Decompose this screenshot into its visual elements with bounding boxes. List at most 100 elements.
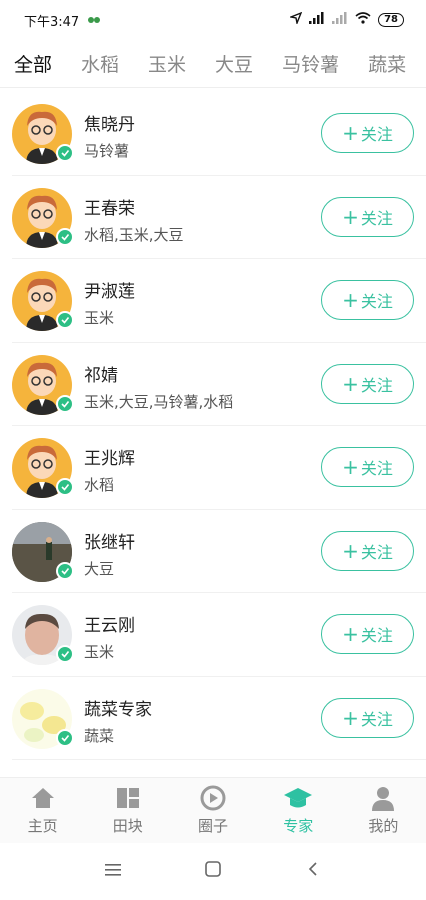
verified-badge-icon — [56, 144, 74, 162]
back-icon[interactable] — [293, 861, 333, 882]
nav-label: 主页 — [27, 817, 58, 835]
avatar — [12, 187, 74, 248]
expert-row[interactable]: 焦晓丹 马铃薯 + 关注 — [12, 92, 426, 176]
status-right: 78 — [288, 11, 404, 28]
expert-row[interactable]: 蔬菜专家 蔬菜 + 关注 — [12, 677, 426, 760]
follow-button[interactable]: + 关注 — [321, 113, 414, 153]
tab-all[interactable]: 全部 — [14, 50, 52, 77]
follow-label: 关注 — [360, 626, 393, 645]
follow-button[interactable]: + 关注 — [321, 363, 414, 404]
verified-badge-icon — [56, 728, 74, 747]
expert-crops: 水稻 — [84, 476, 115, 494]
expert-row[interactable]: 张继轩 大豆 + 关注 — [12, 510, 426, 593]
location-icon — [288, 11, 303, 28]
field-blocks-icon — [113, 785, 143, 811]
avatar — [12, 605, 74, 665]
plus-icon: + — [342, 622, 359, 646]
expert-crops: 大豆 — [84, 559, 115, 578]
expert-list: 焦晓丹 马铃薯 + 关注 王春荣 水稻,玉米,大豆 + 关注 尹淑莲 玉米 + 关注 — [0, 92, 426, 777]
nav-home[interactable]: 主页 — [0, 778, 85, 843]
expert-name: 张继轩 — [84, 532, 135, 553]
expert-row[interactable]: 王云刚 玉米 + 关注 — [12, 593, 426, 677]
verified-badge-icon — [56, 478, 74, 496]
avatar — [12, 438, 74, 498]
tab-rice[interactable]: 水稻 — [81, 50, 119, 77]
tab-soybean[interactable]: 大豆 — [215, 50, 253, 77]
expert-crops: 玉米 — [84, 643, 115, 661]
user-icon — [368, 785, 398, 811]
system-nav-bar — [0, 843, 426, 900]
category-tabs: 全部 水稻 玉米 大豆 马铃薯 蔬菜 — [0, 40, 426, 88]
follow-button[interactable]: + 关注 — [321, 697, 414, 738]
plus-icon: + — [342, 538, 359, 563]
expert-row[interactable]: 王兆辉 水稻 + 关注 — [12, 426, 426, 510]
plus-icon: + — [342, 121, 359, 145]
follow-button[interactable]: + 关注 — [321, 280, 414, 320]
expert-crops: 水稻,玉米,大豆 — [84, 225, 184, 244]
expert-crops: 蔬菜 — [84, 726, 115, 745]
signal-icon — [309, 12, 325, 28]
expert-row[interactable]: 王春荣 水稻,玉米,大豆 + 关注 — [12, 176, 426, 259]
expert-name: 王春荣 — [84, 198, 135, 219]
avatar — [12, 521, 74, 582]
verified-badge-icon — [56, 311, 74, 329]
avatar — [12, 104, 74, 164]
nav-label: 我的 — [368, 817, 399, 835]
status-time: 下午3:47 — [24, 14, 80, 30]
verified-badge-icon — [56, 227, 74, 246]
avatar — [12, 354, 74, 415]
avatar — [12, 688, 74, 749]
circle-play-icon — [198, 785, 228, 811]
expert-crops: 玉米,大豆,马铃薯,水稻 — [84, 392, 234, 411]
graduation-cap-icon — [283, 785, 313, 811]
app-notification-icon — [87, 13, 101, 28]
follow-button[interactable]: + 关注 — [321, 530, 414, 571]
nav-experts[interactable]: 专家 — [256, 778, 341, 843]
plus-icon: + — [342, 204, 359, 229]
expert-row[interactable]: 祁婧 玉米,大豆,马铃薯,水稻 + 关注 — [12, 343, 426, 426]
follow-label: 关注 — [360, 542, 393, 562]
expert-row[interactable]: 尹淑莲 玉米 + 关注 — [12, 259, 426, 343]
expert-crops: 马铃薯 — [84, 142, 130, 160]
avatar — [12, 271, 74, 331]
tab-vegetable[interactable]: 蔬菜 — [368, 50, 406, 77]
follow-label: 关注 — [360, 375, 393, 395]
follow-label: 关注 — [360, 709, 393, 729]
menu-icon[interactable] — [93, 861, 133, 882]
status-bar: 下午3:47 78 — [0, 0, 426, 40]
follow-label: 关注 — [360, 459, 393, 478]
plus-icon: + — [342, 705, 359, 730]
nav-fields[interactable]: 田块 — [85, 778, 170, 843]
battery-indicator: 78 — [378, 13, 404, 27]
bottom-nav: 主页 田块 圈子 专家 我的 — [0, 777, 426, 843]
nav-label: 田块 — [112, 817, 143, 835]
expert-name: 尹淑莲 — [84, 282, 135, 302]
nav-circle[interactable]: 圈子 — [170, 778, 255, 843]
plus-icon: + — [342, 288, 359, 312]
home-icon — [28, 785, 58, 811]
follow-button[interactable]: + 关注 — [321, 196, 414, 237]
tab-corn[interactable]: 玉米 — [148, 50, 186, 77]
follow-label: 关注 — [360, 292, 393, 311]
nav-me[interactable]: 我的 — [341, 778, 426, 843]
follow-button[interactable]: + 关注 — [321, 447, 414, 487]
tab-potato[interactable]: 马铃薯 — [282, 50, 339, 77]
nav-label: 专家 — [283, 817, 314, 835]
expert-name: 王兆辉 — [84, 449, 135, 469]
plus-icon: + — [342, 371, 359, 396]
expert-name: 祁婧 — [84, 365, 118, 386]
status-left: 下午3:47 — [24, 11, 101, 30]
wifi-icon — [355, 12, 371, 28]
expert-name: 蔬菜专家 — [84, 699, 152, 720]
follow-button[interactable]: + 关注 — [321, 614, 414, 654]
expert-name: 焦晓丹 — [84, 115, 135, 135]
signal-weak-icon — [332, 12, 348, 28]
verified-badge-icon — [56, 645, 74, 663]
follow-label: 关注 — [360, 125, 393, 144]
expert-name: 王云刚 — [84, 616, 135, 636]
expert-crops: 玉米 — [84, 309, 115, 327]
verified-badge-icon — [56, 561, 74, 580]
home-square-icon[interactable] — [193, 861, 233, 882]
nav-label: 圈子 — [198, 817, 229, 835]
plus-icon: + — [342, 455, 359, 479]
